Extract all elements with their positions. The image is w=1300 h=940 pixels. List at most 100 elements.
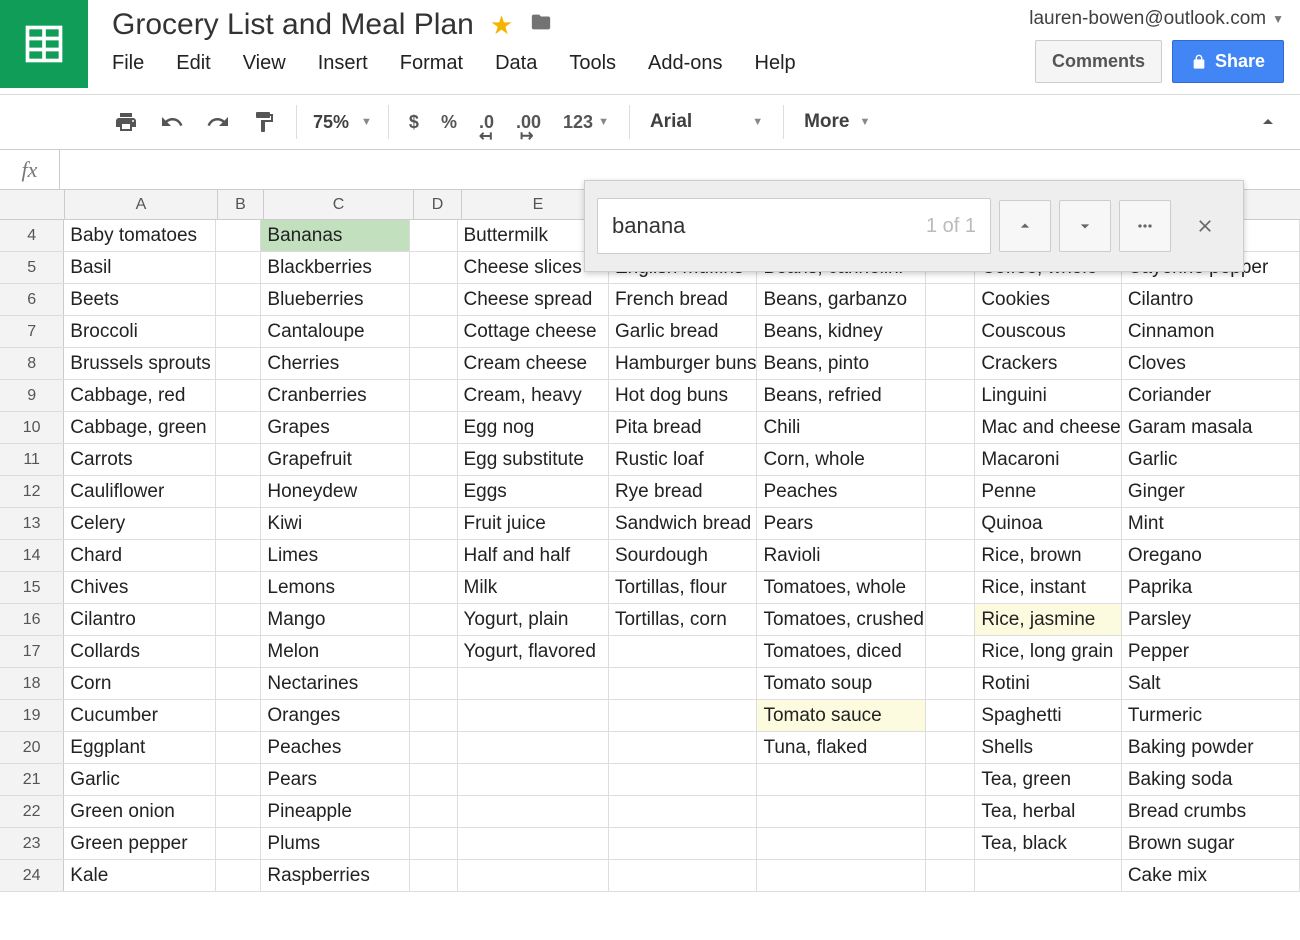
cell[interactable]: Fruit juice bbox=[458, 508, 609, 539]
cell[interactable]: Tea, black bbox=[975, 828, 1122, 859]
cell[interactable]: Peaches bbox=[757, 476, 925, 507]
cell[interactable]: Cream cheese bbox=[458, 348, 609, 379]
cell[interactable]: Melon bbox=[261, 636, 410, 667]
cell[interactable]: Chard bbox=[64, 540, 215, 571]
find-input[interactable] bbox=[612, 213, 926, 239]
cell[interactable] bbox=[410, 252, 458, 283]
cell[interactable] bbox=[609, 764, 758, 795]
cell[interactable] bbox=[216, 764, 262, 795]
row-header[interactable]: 21 bbox=[0, 764, 64, 795]
cell[interactable]: Cilantro bbox=[64, 604, 215, 635]
cell[interactable] bbox=[410, 380, 458, 411]
cell[interactable] bbox=[216, 604, 262, 635]
cell[interactable] bbox=[216, 508, 262, 539]
column-header-B[interactable]: B bbox=[218, 190, 264, 219]
sheets-logo[interactable] bbox=[0, 0, 88, 88]
cell[interactable] bbox=[458, 796, 609, 827]
cell[interactable] bbox=[609, 700, 758, 731]
cell[interactable]: Rice, brown bbox=[975, 540, 1122, 571]
cell[interactable]: Cauliflower bbox=[64, 476, 215, 507]
cell[interactable]: Rice, long grain bbox=[975, 636, 1122, 667]
cell[interactable] bbox=[410, 284, 458, 315]
cell[interactable]: Rotini bbox=[975, 668, 1122, 699]
cell[interactable]: Rice, jasmine bbox=[975, 604, 1122, 635]
row-header[interactable]: 11 bbox=[0, 444, 64, 475]
row-header[interactable]: 15 bbox=[0, 572, 64, 603]
cell[interactable] bbox=[926, 796, 976, 827]
cell[interactable]: Cream, heavy bbox=[458, 380, 609, 411]
find-more-button[interactable] bbox=[1119, 200, 1171, 252]
cell[interactable] bbox=[216, 668, 262, 699]
cell[interactable] bbox=[926, 604, 976, 635]
cell[interactable]: Crackers bbox=[975, 348, 1122, 379]
cell[interactable]: Hot dog buns bbox=[609, 380, 758, 411]
cell[interactable]: Basil bbox=[64, 252, 215, 283]
cell[interactable] bbox=[410, 764, 458, 795]
cell[interactable] bbox=[410, 668, 458, 699]
cell[interactable] bbox=[458, 828, 609, 859]
column-header-D[interactable]: D bbox=[414, 190, 462, 219]
cell[interactable]: Cilantro bbox=[1122, 284, 1300, 315]
cell[interactable]: Celery bbox=[64, 508, 215, 539]
cell[interactable]: Yogurt, plain bbox=[458, 604, 609, 635]
cell[interactable] bbox=[410, 572, 458, 603]
cell[interactable]: Salt bbox=[1122, 668, 1300, 699]
cell[interactable]: Rye bread bbox=[609, 476, 758, 507]
cell[interactable]: Shells bbox=[975, 732, 1122, 763]
format-percent-button[interactable]: % bbox=[433, 106, 465, 139]
cell[interactable] bbox=[926, 412, 976, 443]
cell[interactable] bbox=[926, 732, 976, 763]
cell[interactable]: Penne bbox=[975, 476, 1122, 507]
cell[interactable]: Pepper bbox=[1122, 636, 1300, 667]
menu-insert[interactable]: Insert bbox=[318, 52, 368, 75]
cell[interactable] bbox=[458, 860, 609, 891]
cell[interactable]: Tuna, flaked bbox=[757, 732, 925, 763]
cell[interactable] bbox=[216, 860, 262, 891]
cell[interactable]: Baking soda bbox=[1122, 764, 1300, 795]
cell[interactable]: Eggs bbox=[458, 476, 609, 507]
cell[interactable]: Beets bbox=[64, 284, 215, 315]
cell[interactable]: Cake mix bbox=[1122, 860, 1300, 891]
spreadsheet-grid[interactable]: ABCDE 4Baby tomatoesBananasButtermilkBun… bbox=[0, 190, 1300, 892]
column-header-A[interactable]: A bbox=[65, 190, 218, 219]
cell[interactable] bbox=[410, 732, 458, 763]
cell[interactable]: Egg nog bbox=[458, 412, 609, 443]
cell[interactable] bbox=[926, 348, 976, 379]
row-header[interactable]: 12 bbox=[0, 476, 64, 507]
cell[interactable]: Mint bbox=[1122, 508, 1300, 539]
cell[interactable]: Honeydew bbox=[261, 476, 410, 507]
cell[interactable] bbox=[926, 508, 976, 539]
cell[interactable] bbox=[458, 764, 609, 795]
cell[interactable]: Green pepper bbox=[64, 828, 215, 859]
cell[interactable] bbox=[216, 220, 262, 251]
cell[interactable]: Bananas bbox=[261, 220, 410, 251]
cell[interactable] bbox=[216, 380, 262, 411]
cell[interactable]: Garlic bread bbox=[609, 316, 758, 347]
find-close-button[interactable] bbox=[1179, 200, 1231, 252]
cell[interactable] bbox=[410, 860, 458, 891]
cell[interactable] bbox=[410, 636, 458, 667]
cell[interactable]: Tortillas, corn bbox=[609, 604, 758, 635]
row-header[interactable]: 13 bbox=[0, 508, 64, 539]
comments-button[interactable]: Comments bbox=[1035, 40, 1162, 83]
cell[interactable]: Spaghetti bbox=[975, 700, 1122, 731]
cell[interactable]: Collards bbox=[64, 636, 215, 667]
cell[interactable]: Cheese spread bbox=[458, 284, 609, 315]
cell[interactable] bbox=[609, 828, 758, 859]
row-header[interactable]: 5 bbox=[0, 252, 64, 283]
cell[interactable]: Lemons bbox=[261, 572, 410, 603]
cell[interactable]: Garlic bbox=[1122, 444, 1300, 475]
cell[interactable]: Corn bbox=[64, 668, 215, 699]
cell[interactable]: Egg substitute bbox=[458, 444, 609, 475]
menu-data[interactable]: Data bbox=[495, 52, 537, 75]
row-header[interactable]: 14 bbox=[0, 540, 64, 571]
cell[interactable] bbox=[216, 316, 262, 347]
folder-icon[interactable] bbox=[529, 11, 553, 40]
cell[interactable]: Parsley bbox=[1122, 604, 1300, 635]
cell[interactable] bbox=[458, 668, 609, 699]
menu-tools[interactable]: Tools bbox=[569, 52, 616, 75]
more-dropdown[interactable]: More▼ bbox=[796, 111, 878, 133]
row-header[interactable]: 9 bbox=[0, 380, 64, 411]
menu-edit[interactable]: Edit bbox=[176, 52, 210, 75]
cell[interactable] bbox=[216, 700, 262, 731]
